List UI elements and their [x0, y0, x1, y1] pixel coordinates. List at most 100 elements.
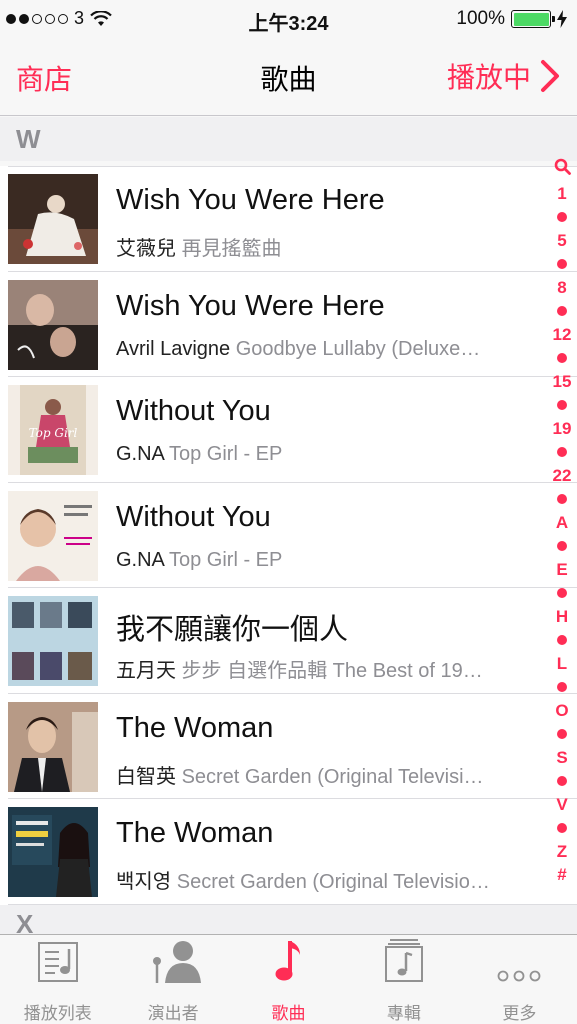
album-art [8, 596, 98, 686]
song-album: Top Girl - EP [169, 443, 283, 465]
song-artist: Avril Lavigne [116, 337, 231, 360]
section-header-x: X [0, 905, 577, 939]
index-bullet [557, 822, 567, 833]
index-bullet [557, 446, 567, 457]
index-item[interactable]: H [556, 605, 568, 629]
index-bullet [557, 540, 567, 551]
song-subtitle: G.NA Top Girl - EP [116, 549, 526, 572]
song-subtitle: 艾薇兒 再見搖籃曲 [116, 232, 526, 261]
more-icon [497, 970, 541, 982]
index-search-icon[interactable] [554, 158, 571, 182]
playlist-icon [37, 942, 78, 982]
index-bullet [557, 258, 567, 269]
song-album: Top Girl - EP [169, 548, 283, 571]
music-note-icon [275, 941, 300, 981]
song-subtitle: 백지영 Secret Garden (Original Televisio… [116, 865, 526, 894]
battery-icon [511, 10, 555, 28]
now-playing-button[interactable]: 播放中 [447, 56, 563, 96]
index-bullet [557, 399, 567, 410]
index-item[interactable]: Z [557, 840, 567, 864]
song-artist: G.NA [116, 443, 164, 465]
status-right: 100% [456, 8, 567, 30]
song-artist: 五月天 [116, 660, 176, 682]
battery-percent: 100% [456, 8, 505, 29]
index-item[interactable]: 1 [557, 182, 566, 206]
artist-icon [153, 941, 202, 983]
index-item[interactable]: 5 [557, 229, 566, 253]
tab-playlists[interactable]: 播放列表 [0, 935, 115, 1024]
store-button[interactable]: 商店 [16, 58, 72, 98]
now-playing-label: 播放中 [446, 62, 531, 93]
index-bullet [557, 775, 567, 786]
song-title: 我不願讓你一個人 [116, 614, 349, 646]
album-art [8, 807, 98, 897]
index-item[interactable]: 8 [557, 276, 566, 300]
index-bullet [557, 305, 567, 316]
tab-label: 播放列表 [23, 1004, 92, 1023]
section-header-w: W [0, 117, 577, 161]
index-item[interactable]: V [556, 793, 567, 817]
index-item[interactable]: S [556, 746, 567, 770]
album-art [8, 490, 98, 581]
song-artist: G.NA [116, 548, 164, 571]
song-album: Secret Garden (Original Televisi… [181, 765, 484, 788]
index-item[interactable]: 19 [553, 417, 572, 441]
index-item[interactable]: 15 [553, 370, 572, 394]
index-bullet [557, 211, 567, 222]
tab-songs[interactable]: 歌曲 [231, 935, 346, 1024]
song-row[interactable]: The Woman 백지영 Secret Garden (Original Te… [0, 799, 577, 905]
tab-label: 歌曲 [271, 1004, 306, 1023]
index-item[interactable]: L [557, 652, 567, 676]
index-bar[interactable]: 1 5 8 12 15 19 22 A E H L O S V Z # [547, 158, 577, 887]
chevron-right-icon [541, 60, 559, 92]
index-bullet [557, 352, 567, 363]
index-item[interactable]: A [556, 511, 568, 535]
song-title: Without You [116, 395, 271, 427]
song-row[interactable]: Top Girl Without You G.NA Top Girl - EP [0, 377, 577, 483]
song-artist: 艾薇兒 [116, 238, 176, 260]
song-row[interactable]: Wish You Were Here 艾薇兒 再見搖籃曲 [0, 166, 577, 272]
index-bullet [557, 493, 567, 504]
tab-more[interactable]: 更多 [462, 935, 577, 1024]
tab-artists[interactable]: 演出者 [115, 935, 230, 1024]
album-icon [384, 939, 423, 982]
song-album: Secret Garden (Original Televisio… [176, 871, 490, 893]
tab-label: 演出者 [147, 1004, 199, 1023]
index-item[interactable]: # [557, 863, 566, 887]
navigation-bar: 商店 歌曲 播放中 [0, 38, 577, 116]
song-album: Goodbye Lullaby (Deluxe… [235, 337, 481, 360]
song-subtitle: Avril Lavigne Goodbye Lullaby (Deluxe… [116, 338, 526, 361]
index-item[interactable]: O [555, 699, 568, 723]
index-bullet [557, 587, 567, 598]
song-row[interactable]: Without You G.NA Top Girl - EP [0, 482, 577, 588]
song-row[interactable]: Wish You Were Here Avril Lavigne Goodbye… [0, 271, 577, 377]
index-bullet [557, 634, 567, 645]
charging-icon [557, 10, 567, 28]
song-title: Without You [116, 500, 271, 533]
album-art: Top Girl [8, 385, 98, 475]
song-album: 步步 自選作品輯 The Best of 19… [181, 660, 483, 682]
index-item[interactable]: E [556, 558, 567, 582]
tab-bar: 播放列表 演出者 歌曲 專輯 更多 [0, 934, 577, 1024]
song-title: The Woman [116, 711, 274, 744]
svg-text:Top Girl: Top Girl [29, 426, 78, 440]
album-art [8, 174, 98, 264]
song-list: Wish You Were Here 艾薇兒 再見搖籃曲 Wish You We… [0, 166, 577, 905]
song-row[interactable]: The Woman 白智英 Secret Garden (Original Te… [0, 693, 577, 799]
song-title: Wish You Were Here [116, 289, 385, 322]
index-item[interactable]: 12 [553, 323, 572, 347]
tab-label: 更多 [502, 1004, 537, 1023]
song-row[interactable]: 我不願讓你一個人 五月天 步步 自選作品輯 The Best of 19… [0, 588, 577, 694]
song-subtitle: 五月天 步步 自選作品輯 The Best of 19… [116, 654, 526, 683]
song-title: Wish You Were Here [116, 184, 385, 216]
song-subtitle: 白智英 Secret Garden (Original Televisi… [116, 760, 526, 789]
album-art [8, 701, 98, 792]
song-artist: 白智英 [116, 765, 176, 788]
album-art [8, 279, 98, 370]
song-title: The Woman [116, 817, 274, 849]
song-artist: 백지영 [116, 871, 172, 893]
tab-albums[interactable]: 專輯 [346, 935, 461, 1024]
index-bullet [557, 681, 567, 692]
index-item[interactable]: 22 [553, 464, 572, 488]
song-subtitle: G.NA Top Girl - EP [116, 443, 526, 466]
